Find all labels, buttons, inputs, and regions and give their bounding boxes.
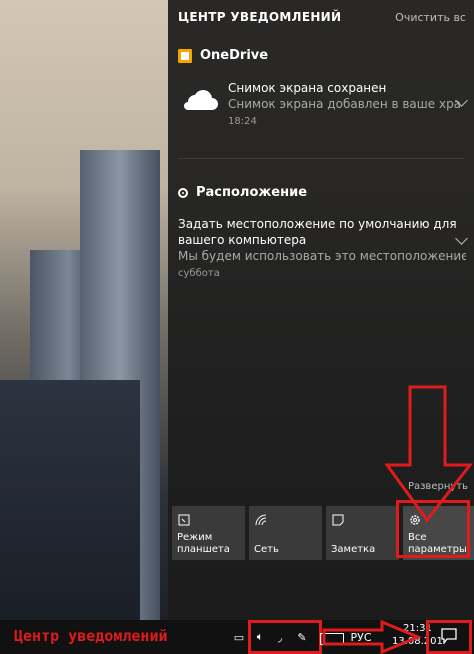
note-icon	[332, 514, 344, 526]
notification-time: суббота	[178, 268, 220, 279]
cloud-icon	[184, 90, 218, 110]
tile-label: Заметка	[331, 544, 376, 555]
location-group-header[interactable]: Расположение	[178, 185, 307, 200]
action-center-title: ЦЕНТР УВЕДОМЛЕНИЙ	[178, 10, 342, 24]
location-notification[interactable]: Задать местоположение по умолчанию для в…	[178, 216, 468, 282]
volume-icon[interactable]: 🔈︎	[252, 629, 268, 645]
annotation-arrow-right	[322, 620, 422, 654]
notification-body: Снимок экрана добавлен в ваше хра	[228, 97, 462, 111]
annotation-caption: Центр уведомлений	[14, 627, 168, 645]
onedrive-app-name: OneDrive	[200, 48, 269, 63]
notification-title-line2: вашего компьютера	[178, 233, 307, 247]
wallpaper-building	[0, 380, 140, 620]
notification-time: 18:24	[228, 116, 257, 127]
onedrive-app-icon	[178, 48, 192, 63]
notification-body: Мы будем использовать это местоположение	[178, 249, 466, 263]
action-center-button-icon[interactable]	[441, 628, 457, 644]
tablet-mode-icon	[178, 514, 190, 526]
clear-all-link[interactable]: Очистить вс	[395, 11, 466, 24]
wifi-icon[interactable]: ◞	[272, 629, 288, 645]
onedrive-group-header[interactable]: OneDrive	[178, 48, 268, 63]
tile-label: Режим	[177, 532, 213, 543]
notification-title: Задать местоположение по умолчанию для	[178, 217, 457, 231]
network-icon	[255, 514, 267, 526]
taskbar: Центр уведомлений ▭ 🔈︎ ◞ ✎ РУС 21:31 13.…	[0, 620, 474, 654]
separator	[178, 158, 464, 159]
tile-label-line2: планшета	[177, 544, 230, 555]
tile-network[interactable]: Сеть	[249, 506, 322, 560]
annotation-highlight-settings	[396, 500, 470, 558]
onedrive-notification[interactable]: Снимок экрана сохранен Снимок экрана доб…	[178, 80, 468, 130]
tile-tablet-mode[interactable]: Режим планшета	[172, 506, 245, 560]
location-icon	[178, 187, 188, 198]
tile-label: Сеть	[254, 544, 279, 555]
battery-icon[interactable]: ▭	[231, 629, 247, 645]
notification-title: Снимок экрана сохранен	[228, 81, 387, 95]
location-app-name: Расположение	[196, 185, 308, 200]
pen-icon[interactable]: ✎	[294, 629, 310, 645]
